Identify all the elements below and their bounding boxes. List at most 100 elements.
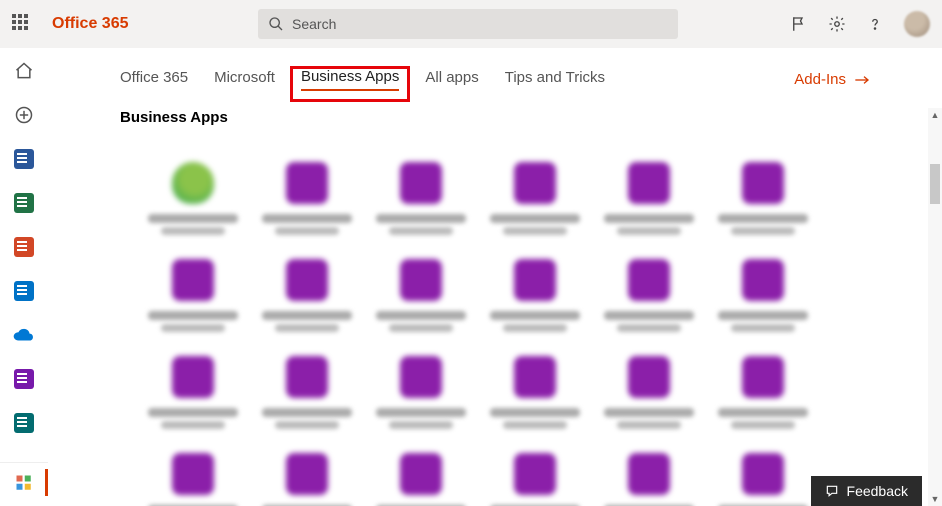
app-tile-icon: [742, 259, 784, 301]
app-tile-title: [604, 408, 694, 417]
app-tile-icon: [628, 162, 670, 204]
app-tile-subtitle: [275, 227, 339, 235]
app-tile[interactable]: [136, 356, 250, 429]
app-tile-subtitle: [161, 324, 225, 332]
create-icon[interactable]: [13, 104, 35, 126]
app-tile[interactable]: [250, 453, 364, 506]
apps-grid-container: [48, 144, 928, 506]
search-icon: [268, 16, 284, 32]
app-tile-title: [490, 214, 580, 223]
feedback-button[interactable]: Feedback: [811, 476, 922, 506]
app-tile-icon: [286, 356, 328, 398]
tab-office365[interactable]: Office 365: [120, 69, 188, 90]
left-rail: [0, 48, 48, 506]
app-tile[interactable]: [592, 259, 706, 332]
app-tile[interactable]: [136, 259, 250, 332]
app-tile-icon: [742, 453, 784, 495]
app-tile[interactable]: [478, 162, 592, 235]
app-tile-subtitle: [161, 421, 225, 429]
app-tile-title: [604, 214, 694, 223]
app-tile-title: [262, 311, 352, 320]
app-tile[interactable]: [250, 259, 364, 332]
app-tile[interactable]: [478, 356, 592, 429]
app-tile-title: [262, 214, 352, 223]
app-tile-title: [718, 311, 808, 320]
app-tile-subtitle: [389, 324, 453, 332]
tab-tips[interactable]: Tips and Tricks: [505, 69, 605, 90]
app-tile-subtitle: [275, 421, 339, 429]
scroll-down-icon[interactable]: ▼: [928, 492, 942, 506]
app-tile-subtitle: [731, 421, 795, 429]
app-tile-icon: [742, 356, 784, 398]
home-icon[interactable]: [13, 60, 35, 82]
section-title: Business Apps: [48, 95, 942, 134]
onenote-icon[interactable]: [13, 368, 35, 390]
feedback-label: Feedback: [847, 483, 908, 499]
app-tile[interactable]: [364, 356, 478, 429]
app-tile-subtitle: [731, 227, 795, 235]
excel-icon[interactable]: [13, 192, 35, 214]
app-tile-title: [148, 408, 238, 417]
app-tile-icon: [400, 259, 442, 301]
word-icon[interactable]: [13, 148, 35, 170]
all-apps-icon[interactable]: [0, 462, 48, 502]
app-tile[interactable]: [706, 259, 820, 332]
app-tile[interactable]: [706, 162, 820, 235]
tab-all-apps[interactable]: All apps: [425, 69, 478, 90]
outlook-icon[interactable]: [13, 280, 35, 302]
app-tile[interactable]: [706, 356, 820, 429]
app-tile-icon: [400, 453, 442, 495]
arrow-right-icon: [854, 74, 870, 86]
feedback-icon: [825, 484, 839, 498]
app-tile-subtitle: [161, 227, 225, 235]
app-tile-icon: [628, 356, 670, 398]
tab-business-apps[interactable]: Business Apps: [301, 68, 399, 91]
apps-grid: [48, 144, 928, 506]
scroll-up-icon[interactable]: ▲: [928, 108, 942, 122]
app-tile[interactable]: [478, 453, 592, 506]
app-tile-subtitle: [275, 324, 339, 332]
search-input[interactable]: Search: [258, 9, 678, 39]
app-tile[interactable]: [364, 453, 478, 506]
app-tile[interactable]: [250, 162, 364, 235]
scroll-thumb[interactable]: [930, 164, 940, 204]
app-tile[interactable]: [364, 259, 478, 332]
onedrive-icon[interactable]: [13, 324, 35, 346]
avatar[interactable]: [904, 11, 930, 37]
brand-label: Office 365: [52, 15, 128, 33]
help-icon[interactable]: [866, 15, 884, 33]
flag-icon[interactable]: [790, 15, 808, 33]
top-actions: [790, 0, 930, 48]
app-launcher-icon[interactable]: [12, 14, 32, 34]
app-tile[interactable]: [478, 259, 592, 332]
vertical-scrollbar[interactable]: ▲ ▼: [928, 108, 942, 506]
gear-icon[interactable]: [828, 15, 846, 33]
app-tile-subtitle: [503, 227, 567, 235]
app-tile[interactable]: [592, 162, 706, 235]
app-tile[interactable]: [136, 162, 250, 235]
app-tile[interactable]: [250, 356, 364, 429]
sharepoint-icon[interactable]: [13, 412, 35, 434]
app-tile[interactable]: [364, 162, 478, 235]
tab-microsoft[interactable]: Microsoft: [214, 69, 275, 90]
app-tile-title: [718, 408, 808, 417]
app-tile-subtitle: [389, 227, 453, 235]
app-tile-icon: [172, 356, 214, 398]
powerpoint-icon[interactable]: [13, 236, 35, 258]
app-tile-title: [376, 214, 466, 223]
app-tile[interactable]: [136, 453, 250, 506]
app-tile-subtitle: [389, 421, 453, 429]
app-tile-icon: [400, 356, 442, 398]
app-tile-icon: [286, 453, 328, 495]
app-tile[interactable]: [592, 356, 706, 429]
app-tile-title: [148, 214, 238, 223]
top-bar: Office 365 Search: [0, 0, 942, 48]
add-ins-link[interactable]: Add-Ins: [794, 71, 870, 88]
app-tile[interactable]: [592, 453, 706, 506]
app-tile-subtitle: [503, 324, 567, 332]
app-tile-icon: [172, 162, 214, 204]
app-tile-icon: [742, 162, 784, 204]
app-tile-icon: [172, 259, 214, 301]
app-tile-icon: [514, 356, 556, 398]
app-tile[interactable]: [706, 453, 820, 506]
